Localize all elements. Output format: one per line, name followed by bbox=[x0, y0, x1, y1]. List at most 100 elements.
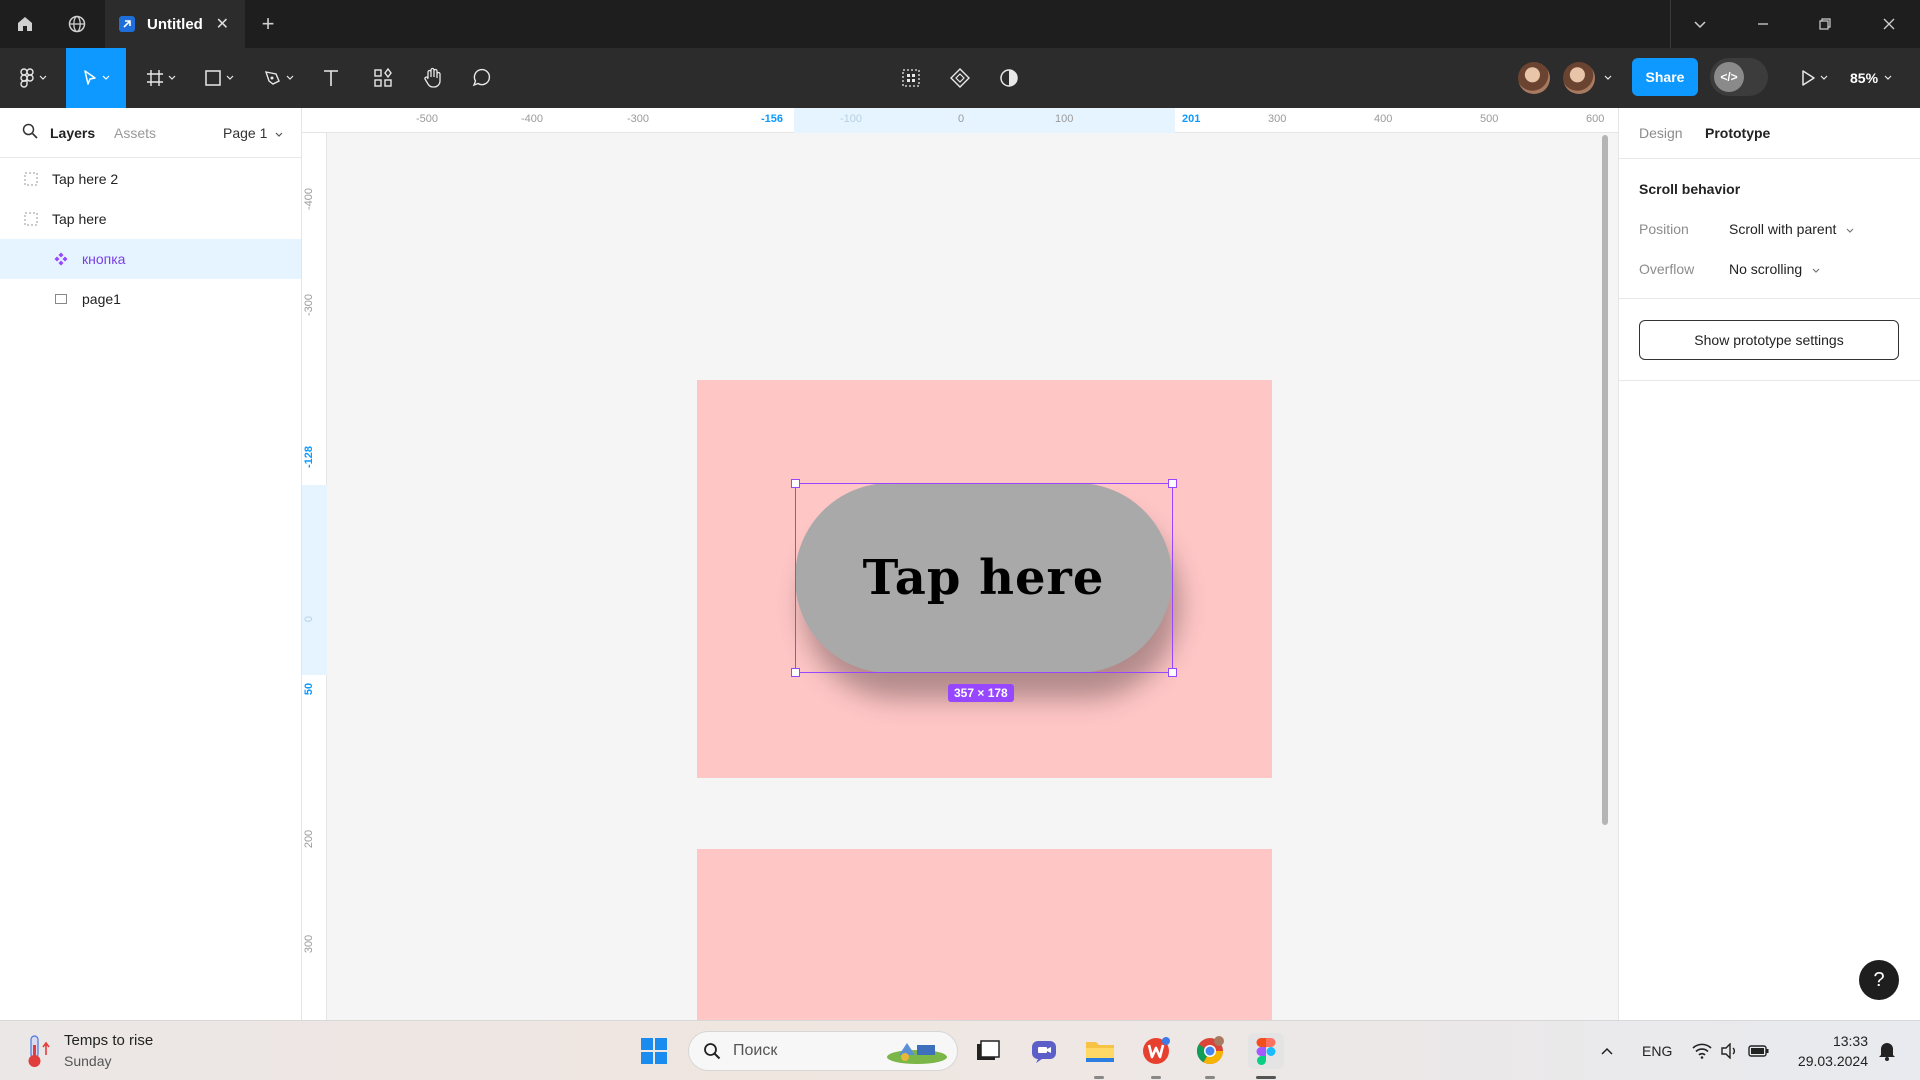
language-indicator[interactable]: ENG bbox=[1642, 1021, 1672, 1080]
dev-mode-toggle[interactable]: </> bbox=[1710, 58, 1768, 96]
new-tab-icon[interactable]: + bbox=[245, 0, 291, 48]
component-icon bbox=[54, 252, 68, 266]
position-value: Scroll with parent bbox=[1729, 221, 1837, 237]
present-button[interactable] bbox=[1794, 48, 1834, 108]
minimize-icon[interactable] bbox=[1740, 0, 1786, 48]
notification-bell-icon[interactable] bbox=[1878, 1021, 1896, 1080]
overflow-dropdown[interactable]: No scrolling bbox=[1729, 261, 1820, 277]
tray-overflow-icon[interactable] bbox=[1600, 1021, 1614, 1080]
resize-handle-bottom-right[interactable] bbox=[1168, 668, 1177, 677]
mask-button[interactable] bbox=[994, 48, 1024, 108]
canvas-scrollbar[interactable] bbox=[1602, 135, 1608, 825]
ruler-tick-selection-start: -156 bbox=[761, 113, 784, 125]
hand-tool-button[interactable] bbox=[418, 48, 448, 108]
frame-tool-button[interactable] bbox=[138, 48, 184, 108]
properties-panel: Design Prototype Scroll behavior Positio… bbox=[1618, 108, 1920, 1020]
button-component-wrapper: Tap here 357 × 178 bbox=[697, 380, 1272, 778]
windows-start-icon[interactable] bbox=[636, 1033, 672, 1069]
resize-handle-top-left[interactable] bbox=[791, 479, 800, 488]
pen-tool-button[interactable] bbox=[256, 48, 302, 108]
ruler-tick: -300 bbox=[627, 113, 650, 125]
chevron-down-icon bbox=[1884, 75, 1892, 80]
section-title: Scroll behavior bbox=[1639, 181, 1741, 197]
weather-subtitle: Sunday bbox=[64, 1053, 112, 1069]
globe-icon[interactable] bbox=[54, 0, 100, 48]
shape-tool-button[interactable] bbox=[196, 48, 242, 108]
show-prototype-settings-button[interactable]: Show prototype settings bbox=[1639, 320, 1899, 360]
ruler-tick: 300 bbox=[303, 934, 316, 954]
figma-file-icon bbox=[119, 16, 135, 32]
cursor-icon bbox=[84, 70, 96, 85]
auto-layout-button[interactable] bbox=[896, 48, 926, 108]
file-tab-title: Untitled bbox=[147, 15, 203, 33]
toolbar: Share </> 85% bbox=[0, 48, 1920, 108]
text-tool-button[interactable] bbox=[316, 48, 346, 108]
chrome-icon[interactable] bbox=[1192, 1033, 1228, 1069]
restore-icon[interactable] bbox=[1802, 0, 1848, 48]
search-icon[interactable] bbox=[22, 123, 38, 142]
zoom-menu[interactable]: 85% bbox=[1850, 48, 1892, 108]
weather-title: Temps to rise bbox=[64, 1032, 154, 1049]
ruler-tick: -500 bbox=[416, 113, 439, 125]
ruler-selection-range bbox=[302, 485, 327, 675]
taskbar-search[interactable]: Поиск bbox=[688, 1031, 958, 1071]
help-button[interactable]: ? bbox=[1859, 960, 1899, 1000]
move-tool-button[interactable] bbox=[66, 48, 126, 108]
figma-logo-icon bbox=[20, 68, 34, 88]
volume-icon[interactable] bbox=[1720, 1021, 1740, 1080]
file-explorer-icon[interactable] bbox=[1082, 1033, 1118, 1069]
title-bar: Untitled ✕ + bbox=[0, 0, 1920, 48]
tab-layers[interactable]: Layers bbox=[50, 125, 95, 141]
chevron-down-icon bbox=[1812, 268, 1820, 273]
teams-chat-icon[interactable] bbox=[1026, 1033, 1062, 1069]
running-indicator bbox=[1094, 1076, 1104, 1079]
battery-icon[interactable] bbox=[1748, 1021, 1770, 1080]
left-ruler: -400 -300 -128 0 50 200 300 bbox=[302, 133, 327, 1020]
position-dropdown[interactable]: Scroll with parent bbox=[1729, 221, 1854, 237]
create-component-button[interactable] bbox=[945, 48, 975, 108]
clock-time: 13:33 bbox=[1832, 1033, 1868, 1049]
share-button[interactable]: Share bbox=[1632, 58, 1698, 96]
tab-design[interactable]: Design bbox=[1639, 125, 1683, 141]
chevron-down-icon[interactable] bbox=[1600, 48, 1616, 108]
main-menu-button[interactable] bbox=[10, 48, 56, 108]
avatar[interactable] bbox=[1563, 62, 1595, 94]
home-icon[interactable] bbox=[2, 0, 48, 48]
clock-date: 29.03.2024 bbox=[1797, 1053, 1868, 1069]
ruler-tick: 100 bbox=[1055, 113, 1074, 125]
figma-app-icon[interactable] bbox=[1248, 1033, 1284, 1069]
layer-item-selected[interactable]: кнопка bbox=[0, 239, 301, 279]
file-tab[interactable]: Untitled ✕ bbox=[105, 0, 245, 48]
wifi-icon[interactable] bbox=[1692, 1021, 1712, 1080]
ruler-tick: 300 bbox=[1268, 113, 1287, 125]
design-canvas[interactable]: Tap here 357 × 178 bbox=[327, 133, 1618, 1020]
resize-handle-bottom-left[interactable] bbox=[791, 668, 800, 677]
layer-item[interactable]: Tap here bbox=[0, 199, 301, 239]
task-view-icon[interactable] bbox=[970, 1033, 1006, 1069]
close-tab-icon[interactable]: ✕ bbox=[216, 14, 229, 34]
layer-item[interactable]: page1 bbox=[0, 279, 301, 319]
resize-handle-top-right[interactable] bbox=[1168, 479, 1177, 488]
tab-assets[interactable]: Assets bbox=[114, 125, 156, 141]
components-icon bbox=[374, 68, 392, 87]
ruler-tick: -100 bbox=[840, 113, 863, 125]
resources-button[interactable] bbox=[368, 48, 398, 108]
page-selector[interactable]: Page 1 bbox=[223, 125, 283, 141]
comment-tool-button[interactable] bbox=[466, 48, 496, 108]
search-highlight-icon bbox=[887, 1043, 947, 1064]
wps-office-icon[interactable] bbox=[1138, 1033, 1174, 1069]
layer-item[interactable]: Tap here 2 bbox=[0, 159, 301, 199]
chevron-down-icon[interactable] bbox=[1677, 0, 1723, 48]
ruler-tick: -400 bbox=[521, 113, 544, 125]
clock[interactable]: 13:33 29.03.2024 bbox=[1788, 1031, 1868, 1071]
avatar[interactable] bbox=[1518, 62, 1550, 94]
selection-box[interactable] bbox=[791, 479, 1177, 677]
chevron-down-icon bbox=[275, 132, 283, 137]
frame-tap-here-2[interactable] bbox=[697, 849, 1272, 1020]
layer-name: page1 bbox=[82, 291, 121, 307]
close-window-icon[interactable] bbox=[1866, 0, 1912, 48]
tab-prototype[interactable]: Prototype bbox=[1705, 125, 1770, 141]
layer-name: Tap here 2 bbox=[52, 171, 119, 187]
weather-widget[interactable]: Temps to rise Sunday bbox=[22, 1031, 153, 1071]
dashed-frame-icon bbox=[24, 212, 38, 226]
